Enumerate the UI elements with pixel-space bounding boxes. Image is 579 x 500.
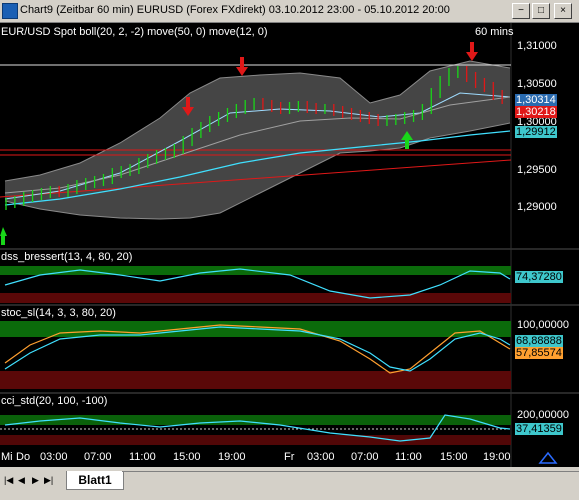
stoch-value-tag: 57,85574 bbox=[515, 347, 563, 359]
stoch-axis-tick: 100,00000 bbox=[517, 319, 569, 331]
tab-blatt1[interactable]: Blatt1 bbox=[66, 471, 124, 490]
price-tick: 1,29500 bbox=[517, 164, 557, 176]
cci-panel-label: cci_std(20, 100, -100) bbox=[1, 395, 108, 407]
window-title: Chart9 (Zeitbar 60 min) EURUSD (Forex FX… bbox=[20, 4, 450, 16]
cci-value-tag: 37,41359 bbox=[515, 423, 563, 435]
time-tick: 19:00 bbox=[483, 451, 511, 463]
time-tick: 07:00 bbox=[84, 451, 112, 463]
chart-header-label: EUR/USD Spot boll(20, 2, -2) move(50, 0)… bbox=[1, 26, 268, 38]
maximize-button[interactable]: □ bbox=[532, 3, 550, 19]
cci-axis-tick: 200,00000 bbox=[517, 409, 569, 421]
price-tag: 1,30218 bbox=[515, 106, 557, 118]
stoch-panel-label: stoc_sl(14, 3, 3, 80, 20) bbox=[1, 307, 116, 319]
time-tick: 19:00 bbox=[218, 451, 246, 463]
window-titlebar: Chart9 (Zeitbar 60 min) EURUSD (Forex FX… bbox=[0, 0, 579, 23]
buy-arrow-icon bbox=[0, 227, 7, 245]
time-tick: 11:00 bbox=[395, 451, 422, 463]
tab-divider bbox=[122, 471, 579, 472]
price-tag: 1,29912 bbox=[515, 126, 557, 138]
price-tag: 1,30314 bbox=[515, 94, 557, 106]
dss-panel-label: dss_bressert(13, 4, 80, 20) bbox=[1, 251, 133, 263]
time-tick: 15:00 bbox=[173, 451, 201, 463]
timeframe-label: 60 mins bbox=[475, 26, 514, 38]
sell-arrow-icon bbox=[466, 42, 478, 61]
time-tick: 11:00 bbox=[129, 451, 156, 463]
scroll-corner-icon[interactable] bbox=[538, 451, 558, 465]
close-button[interactable]: × bbox=[554, 3, 572, 19]
cci-lower-zone bbox=[0, 435, 511, 445]
dss-oversold-zone bbox=[0, 293, 511, 303]
tab-next-icon[interactable]: ▶ bbox=[32, 474, 42, 486]
price-tick: 1,29000 bbox=[517, 201, 557, 213]
time-tick: 07:00 bbox=[351, 451, 379, 463]
time-tick: Fr bbox=[284, 451, 295, 463]
stoch-value-tag: 68,88888 bbox=[515, 335, 563, 347]
time-axis: Mi Do 03:00 07:00 11:00 15:00 19:00 Fr 0… bbox=[0, 451, 511, 467]
tab-prev-icon[interactable]: ◀ bbox=[18, 474, 28, 486]
tab-first-icon[interactable]: |◀ bbox=[4, 474, 14, 486]
price-tick: 1,31000 bbox=[517, 40, 557, 52]
price-tick: 1,30500 bbox=[517, 78, 557, 90]
time-tick: Do bbox=[16, 451, 31, 463]
sheet-tab-bar: |◀ ◀ ▶ ▶| Blatt1 bbox=[0, 468, 579, 500]
minimize-button[interactable]: − bbox=[512, 3, 530, 19]
cci-upper-zone bbox=[0, 415, 511, 425]
time-tick: 15:00 bbox=[440, 451, 468, 463]
time-tick: 03:00 bbox=[307, 451, 335, 463]
chart-app-icon bbox=[2, 3, 18, 19]
chart-area[interactable]: EUR/USD Spot boll(20, 2, -2) move(50, 0)… bbox=[0, 23, 579, 467]
sell-arrow-icon bbox=[236, 57, 248, 76]
time-tick: Mi bbox=[1, 451, 13, 463]
stoch-oversold-zone bbox=[0, 371, 511, 389]
tab-last-icon[interactable]: ▶| bbox=[44, 474, 54, 486]
dss-value-tag: 74,37280 bbox=[515, 271, 563, 283]
time-tick: 03:00 bbox=[40, 451, 68, 463]
